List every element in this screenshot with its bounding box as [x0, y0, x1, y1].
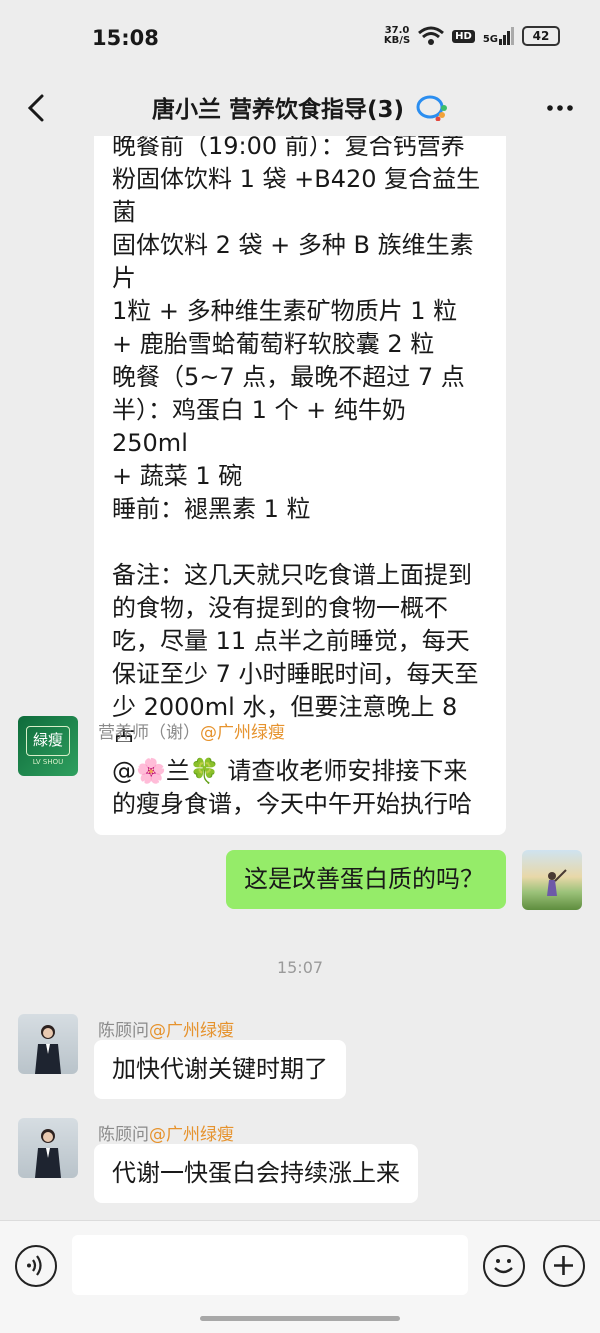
- more-icon[interactable]: [540, 88, 580, 128]
- emoji-icon: [494, 1259, 513, 1274]
- message-bubble-nutritionist[interactable]: @🌸兰🍀 请查收老师安排接下来 的瘦身食谱，今天中午开始执行哈: [94, 742, 506, 834]
- avatar-advisor[interactable]: [18, 1014, 78, 1074]
- status-icons: 37.0 KB/S HD 5G 42: [384, 26, 560, 46]
- avatar-nutritionist[interactable]: 緑瘦 LV SHOU: [18, 716, 78, 776]
- logo-text: 緑瘦: [26, 726, 70, 756]
- sender-name-nutritionist: 营养师（谢）@广州绿瘦: [98, 723, 285, 743]
- signal-icon: 5G: [483, 27, 514, 45]
- battery-icon: 42: [522, 26, 560, 46]
- message-text: @🌸兰🍀 请查收老师安排接下来 的瘦身食谱，今天中午开始执行哈: [112, 757, 472, 818]
- wifi-icon: [418, 26, 445, 45]
- hd-badge: HD: [452, 29, 475, 43]
- nav-bar: 唐小兰 营养饮食指导(3): [0, 80, 600, 136]
- sender-name-advisor: 陈顾问@广州绿瘦: [98, 1125, 234, 1145]
- avatar-self[interactable]: [522, 850, 582, 910]
- more-actions-button[interactable]: [543, 1245, 585, 1287]
- message-input[interactable]: [72, 1235, 468, 1295]
- plus-icon: [554, 1256, 573, 1275]
- message-timestamp: 15:07: [276, 958, 324, 977]
- message-bubble-advisor[interactable]: 代谢一快蛋白会持续涨上来: [94, 1144, 418, 1203]
- voice-icon: [27, 1255, 42, 1276]
- sender-name-advisor: 陈顾问@广州绿瘦: [98, 1021, 234, 1041]
- message-text: 这是改善蛋白质的吗？: [244, 865, 484, 893]
- chat-title: 唐小兰 营养饮食指导(3): [0, 90, 600, 124]
- avatar-advisor[interactable]: [18, 1118, 78, 1178]
- advisor-photo: [35, 1129, 61, 1178]
- voice-input-button[interactable]: [15, 1245, 57, 1287]
- enterprise-chat-icon: [416, 95, 448, 121]
- message-text: 加快代谢关键时期了: [112, 1055, 328, 1083]
- chat-title-text: 唐小兰 营养饮食指导(3): [151, 97, 405, 123]
- message-text: 代谢一快蛋白会持续涨上来: [112, 1159, 400, 1187]
- message-bubble-self[interactable]: 这是改善蛋白质的吗？: [226, 850, 506, 909]
- advisor-photo: [35, 1025, 61, 1074]
- status-time: 15:08: [92, 26, 159, 50]
- emoji-button[interactable]: [483, 1245, 525, 1287]
- network-speed: 37.0 KB/S: [383, 25, 411, 46]
- home-indicator: [200, 1316, 400, 1321]
- girl-in-field-image: [547, 869, 567, 896]
- chat-message-list[interactable]: 晚餐前（19:00 前）：复合钙营养 粉固体饮料 1 袋 +B420 复合益生菌…: [0, 136, 600, 1220]
- message-bubble-advisor[interactable]: 加快代谢关键时期了: [94, 1040, 346, 1099]
- status-bar: 15:08 37.0 KB/S HD 5G 42: [0, 0, 600, 80]
